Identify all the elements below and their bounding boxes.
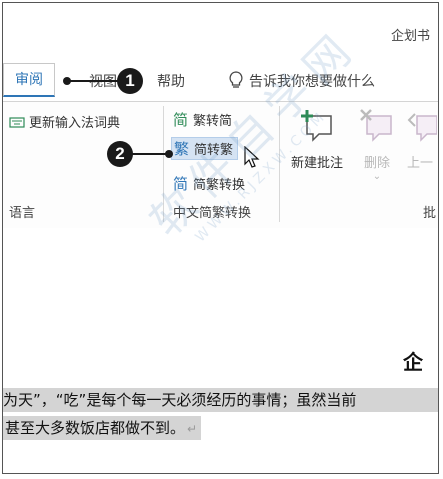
update-ime-dictionary-button[interactable]: 更新输入法词典: [9, 112, 120, 131]
selected-text-line-content: 甚至大多数饭店都做不到。: [5, 419, 186, 437]
delete-comment-label: 删除: [363, 156, 390, 171]
update-ime-dictionary-label: 更新输入法词典: [29, 116, 121, 131]
tell-me-search[interactable]: 告诉我你想要做什么: [249, 71, 375, 91]
simplified-to-traditional-button[interactable]: 繁 简转繁: [171, 137, 239, 160]
callout-line: [131, 153, 169, 155]
previous-comment-label: 上一: [407, 156, 434, 171]
group-label-comments: 批: [423, 206, 437, 221]
new-comment-label: 新建批注: [290, 156, 343, 171]
lightbulb-icon: [229, 71, 243, 88]
callout-1: 1: [117, 68, 143, 94]
callout-2: 2: [107, 141, 133, 167]
tab-review[interactable]: 审阅: [3, 63, 55, 97]
document-area[interactable]: 企 为天”，“吃”是每个每一天必须经历的事情；虽然当前 甚至大多数饭店都做不到。…: [3, 228, 438, 473]
callout-dot: [165, 150, 173, 158]
document-heading: 企: [403, 350, 423, 374]
paragraph-mark: ↵: [187, 422, 198, 436]
traditional-to-simplified-button[interactable]: 简 繁转简: [173, 110, 233, 130]
trad-to-simp-icon: 简: [173, 110, 189, 129]
delete-comment-icon: [360, 109, 392, 142]
callout-line: [67, 80, 119, 82]
selected-text-line[interactable]: 甚至大多数饭店都做不到。 ↵: [3, 416, 202, 440]
group-label-language: 语言: [9, 206, 36, 221]
delete-comment-button[interactable]: 删除 ⌄: [347, 108, 407, 182]
title-bar: 企划书: [3, 3, 438, 59]
word-window: 企划书 审阅 视图 帮助 告诉我你想要做什么 更新输入法词典 语言 简 繁转简: [2, 2, 439, 474]
document-title: 企划书: [391, 29, 431, 44]
chevron-down-icon: ⌄: [372, 171, 382, 182]
ribbon-panel: 更新输入法词典 语言 简 繁转简 繁 简转繁 简 简繁转换 中文简繁转换 新建批…: [3, 101, 438, 229]
new-comment-icon: [301, 110, 332, 142]
chinese-conversion-button[interactable]: 简 简繁转换: [173, 174, 246, 194]
new-comment-button[interactable]: 新建批注: [281, 108, 353, 171]
keyboard-icon: [9, 116, 25, 128]
mouse-cursor-icon: [244, 146, 260, 168]
chinese-conversion-label: 简繁转换: [193, 178, 246, 193]
simp-to-trad-icon: 繁: [174, 139, 190, 158]
conversion-icon: 简: [173, 174, 189, 193]
previous-comment-icon: [407, 113, 438, 142]
traditional-to-simplified-label: 繁转简: [193, 114, 233, 129]
group-separator: [279, 106, 280, 222]
group-separator: [163, 106, 164, 222]
simplified-to-traditional-label: 简转繁: [194, 143, 234, 158]
selected-text-line[interactable]: 为天”，“吃”是每个每一天必须经历的事情；虽然当前: [3, 388, 438, 412]
group-label-chinese-conversion: 中文简繁转换: [173, 206, 252, 221]
tab-help[interactable]: 帮助: [157, 71, 185, 91]
previous-comment-button[interactable]: 上一: [407, 108, 438, 171]
